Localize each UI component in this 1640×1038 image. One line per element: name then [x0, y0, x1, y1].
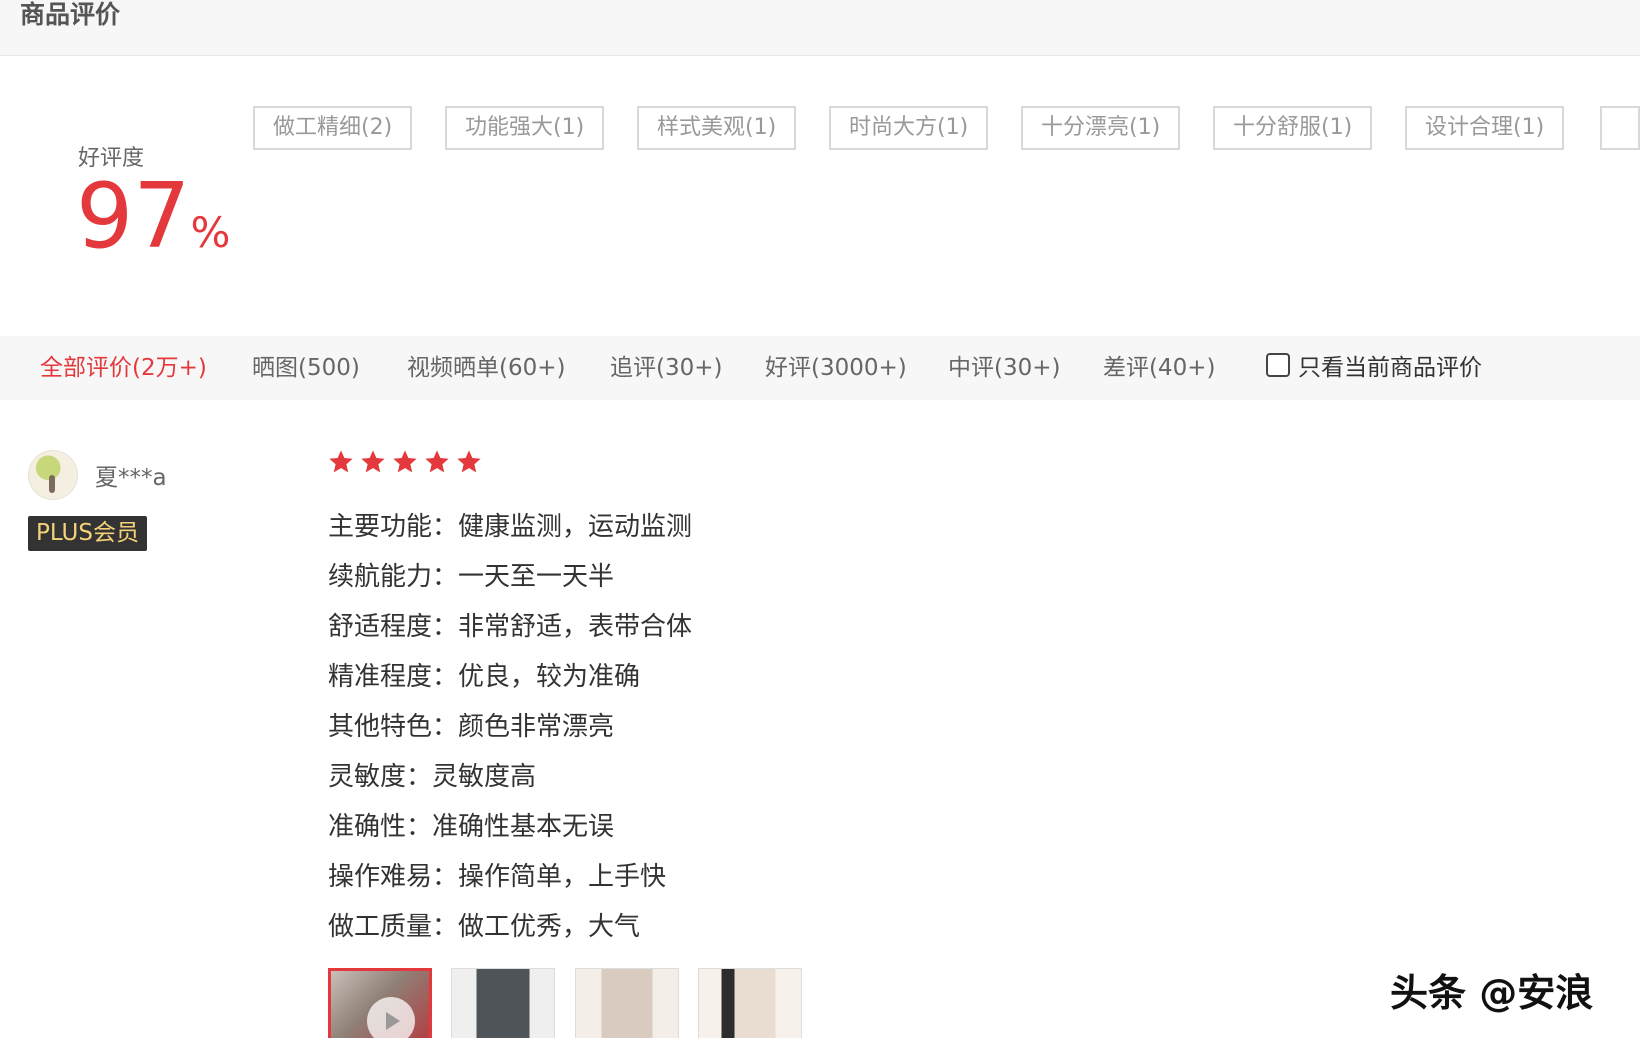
- filter-all[interactable]: 全部评价(2万+): [40, 336, 207, 400]
- review-line-value: 操作简单，上手快: [458, 862, 667, 892]
- review-line-value: 做工优秀，大气: [458, 912, 641, 942]
- avatar[interactable]: [28, 450, 78, 500]
- review-line: 准确性：准确性基本无误: [328, 806, 614, 843]
- review-image-thumbnail[interactable]: [575, 968, 679, 1038]
- positive-rate-value: 97%: [76, 172, 230, 278]
- review-line: 做工质量：做工优秀，大气: [328, 906, 640, 943]
- review-line-value: 灵敏度高: [432, 762, 537, 792]
- filter-videos[interactable]: 视频晒单(60+): [407, 336, 565, 400]
- review-tag[interactable]: 时尚大方(1): [829, 106, 989, 150]
- positive-rate-unit: %: [190, 208, 231, 257]
- star-icon: [361, 450, 385, 473]
- filter-neutral[interactable]: 中评(30+): [948, 336, 1060, 400]
- avatar-decoration: [49, 475, 55, 493]
- review-tag[interactable]: 十分漂亮(1): [1021, 106, 1181, 150]
- image-preview: [699, 969, 801, 1038]
- review-line: 其他特色：颜色非常漂亮: [328, 706, 614, 743]
- star-icon: [457, 450, 481, 473]
- review-line-label: 准确性：: [328, 812, 433, 842]
- review-tag[interactable]: 功能强大(1): [445, 106, 605, 150]
- review-filter-bar: 全部评价(2万+) 晒图(500) 视频晒单(60+) 追评(30+) 好评(3…: [0, 336, 1640, 400]
- review-line-label: 操作难易：: [328, 862, 459, 892]
- image-preview: [452, 969, 554, 1038]
- review-line-label: 舒适程度：: [328, 612, 459, 642]
- review-tag[interactable]: 样式美观(1): [637, 106, 797, 150]
- filter-photos[interactable]: 晒图(500): [252, 336, 360, 400]
- filter-negative[interactable]: 差评(40+): [1103, 336, 1215, 400]
- review-line-label: 灵敏度：: [328, 762, 433, 792]
- review-line-label: 主要功能：: [328, 512, 459, 542]
- watermark: 头条 @安浪: [1390, 971, 1594, 1015]
- star-icon: [329, 450, 353, 473]
- review-line: 舒适程度：非常舒适，表带合体: [328, 606, 692, 643]
- filter-positive[interactable]: 好评(3000+): [765, 336, 907, 400]
- review-line-label: 做工质量：: [328, 912, 459, 942]
- review-line: 续航能力：一天至一天半: [328, 556, 614, 593]
- positive-rate-number: 97: [76, 164, 191, 269]
- filter-followups[interactable]: 追评(30+): [610, 336, 722, 400]
- review-tag[interactable]: 十分舒服(1): [1213, 106, 1373, 150]
- review-line: 灵敏度：灵敏度高: [328, 756, 536, 793]
- review-line-label: 续航能力：: [328, 562, 459, 592]
- star-icon: [425, 450, 449, 473]
- review-line-value: 准确性基本无误: [432, 812, 615, 842]
- review-tag[interactable]: 做工精细(2): [253, 106, 413, 150]
- section-header: 商品评价: [0, 0, 1640, 56]
- review-tag[interactable]: 设计合理(1): [1405, 106, 1565, 150]
- review-line-value: 健康监测，运动监测: [458, 512, 693, 542]
- star-icon: [393, 450, 417, 473]
- review-line-label: 精准程度：: [328, 662, 459, 692]
- review-line: 主要功能：健康监测，运动监测: [328, 506, 692, 543]
- review-line: 操作难易：操作简单，上手快: [328, 856, 666, 893]
- member-badge: PLUS会员: [28, 516, 147, 551]
- review-image-thumbnail[interactable]: [451, 968, 555, 1038]
- review-line: 精准程度：优良，较为准确: [328, 656, 640, 693]
- review-line-label: 其他特色：: [328, 712, 459, 742]
- play-icon[interactable]: [367, 997, 415, 1038]
- image-preview: [576, 969, 678, 1038]
- review-line-value: 颜色非常漂亮: [458, 712, 615, 742]
- review-line-value: 优良，较为准确: [458, 662, 641, 692]
- username: 夏***a: [95, 465, 167, 491]
- review-line-value: 非常舒适，表带合体: [458, 612, 693, 642]
- section-title: 商品评价: [20, 0, 121, 29]
- current-product-only-checkbox[interactable]: [1266, 353, 1290, 377]
- review-video-thumbnail[interactable]: [328, 968, 432, 1038]
- review-image-thumbnail[interactable]: [698, 968, 802, 1038]
- current-product-only-label[interactable]: 只看当前商品评价: [1298, 336, 1482, 400]
- review-tag-partial[interactable]: [1600, 106, 1640, 150]
- star-rating: [327, 448, 483, 476]
- review-line-value: 一天至一天半: [458, 562, 615, 592]
